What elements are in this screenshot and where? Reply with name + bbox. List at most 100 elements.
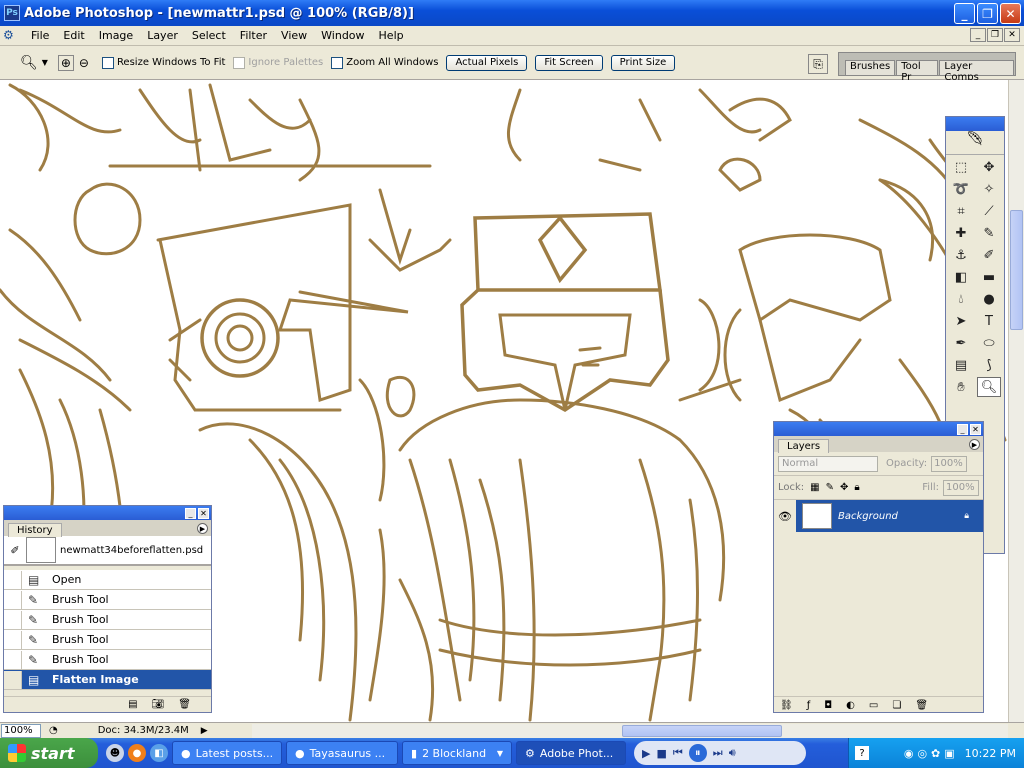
history-state-current[interactable]: ▤ Flatten Image [4,670,211,690]
history-source-box[interactable] [4,650,22,669]
menu-window[interactable]: Window [314,29,371,42]
close-button[interactable]: ✕ [1000,3,1021,24]
previous-track-icon[interactable]: ⏮ [673,746,683,760]
start-button[interactable]: start [0,738,98,768]
media-player-icon[interactable]: ▶ [642,747,650,760]
lock-pixels-icon[interactable]: ✎ [826,482,834,493]
blend-mode-select[interactable]: Normal [778,455,878,472]
status-info-icon[interactable]: ◔ [49,725,58,736]
lock-all-icon[interactable]: 🔒︎ [854,482,859,493]
horizontal-scroll-thumb[interactable] [622,725,782,737]
trash-icon[interactable]: 🗑︎ [915,700,928,711]
layer-style-icon[interactable]: ƒ [807,700,811,711]
history-state[interactable]: ✎ Brush Tool [4,590,211,610]
lock-position-icon[interactable]: ✥ [840,482,848,493]
new-document-from-state-icon[interactable]: ▤ [128,699,137,710]
marquee-tool-icon[interactable]: ⬚ [949,157,973,177]
path-selection-tool-icon[interactable]: ➤ [949,311,973,331]
next-track-icon[interactable]: ⏭ [713,746,723,760]
menu-help[interactable]: Help [372,29,411,42]
well-tab-brushes[interactable]: Brushes [845,60,896,75]
new-snapshot-icon[interactable]: 📷︎ [152,699,165,710]
minimize-icon[interactable]: _ [185,507,196,519]
file-browser-icon[interactable]: ⎘ [808,54,828,74]
history-state[interactable]: ✎ Brush Tool [4,650,211,670]
history-source-box[interactable] [4,630,22,649]
clone-stamp-tool-icon[interactable]: ⚓ [949,245,973,265]
history-state[interactable]: ✎ Brush Tool [4,610,211,630]
history-source-box[interactable] [4,670,22,689]
history-source-box[interactable] [4,570,22,589]
history-state[interactable]: ▤ Open [4,570,211,590]
well-tab-layer-comps[interactable]: Layer Comps [939,60,1014,83]
tray-app-icon[interactable]: ✿ [931,747,940,760]
blur-tool-icon[interactable]: 💧︎ [949,289,973,309]
dodge-tool-icon[interactable]: ● [977,289,1001,309]
help-icon[interactable]: ? [855,746,869,760]
taskbar-blockland-group[interactable]: ▮ 2 Blockland ▼ [402,741,512,765]
volume-icon[interactable]: 🔊︎ [729,746,736,760]
magic-wand-tool-icon[interactable]: ✧ [977,179,1001,199]
zoom-all-windows-checkbox[interactable] [331,56,344,69]
zoom-out-icon[interactable]: ⊖ [76,55,92,71]
history-tab[interactable]: History [8,523,62,537]
menu-layer[interactable]: Layer [140,29,185,42]
menu-image[interactable]: Image [92,29,140,42]
new-layer-icon[interactable]: ❏ [892,700,901,711]
gradient-tool-icon[interactable]: ▬ [977,267,1001,287]
actual-pixels-button[interactable]: Actual Pixels [446,54,528,71]
history-brush-source-icon[interactable]: ✐ [4,544,26,557]
lock-transparency-icon[interactable]: ▦ [810,482,819,493]
menu-filter[interactable]: Filter [233,29,274,42]
menu-file[interactable]: File [24,29,56,42]
zoom-tool-preset-icon[interactable]: 🔍︎ [20,55,38,71]
quicklaunch-app-icon[interactable]: ☻ [106,744,124,762]
taskbar-firefox-window-2[interactable]: ● Tayasaurus ... [286,741,398,765]
minimize-icon[interactable]: _ [957,423,968,435]
vertical-scroll-thumb[interactable] [1010,210,1023,330]
stop-icon[interactable]: ■ [656,747,666,760]
layer-name[interactable]: Background [838,511,898,522]
menu-view[interactable]: View [274,29,314,42]
zoom-tool-icon[interactable]: 🔍︎ [977,377,1001,397]
zoom-in-icon[interactable]: ⊕ [57,54,74,71]
pen-tool-icon[interactable]: ✒ [949,333,973,353]
menu-edit[interactable]: Edit [56,29,91,42]
close-icon[interactable]: ✕ [198,507,209,519]
history-source-box[interactable] [4,610,22,629]
taskbar-firefox-window[interactable]: ● Latest posts... [172,741,282,765]
palette-menu-icon[interactable]: ▶ [197,523,208,534]
crop-tool-icon[interactable]: ⌗ [949,201,973,221]
history-titlebar[interactable]: _ ✕ [4,506,211,520]
firefox-icon[interactable]: ● [128,744,146,762]
fill-field[interactable]: 100% [943,479,979,496]
history-snapshot[interactable]: ✐ newmatt34beforeflatten.psd [4,536,211,566]
taskbar-photoshop-window[interactable]: ⚙ Adobe Phot... [516,741,626,765]
move-tool-icon[interactable]: ✥ [977,157,1001,177]
tray-app-icon[interactable]: ◎ [917,747,927,760]
trash-icon[interactable]: 🗑︎ [178,699,191,710]
eye-icon[interactable]: 👁︎ [774,500,796,532]
print-size-button[interactable]: Print Size [610,54,676,71]
shape-tool-icon[interactable]: ⬭ [977,333,1001,353]
history-source-box[interactable] [4,590,22,609]
horizontal-scrollbar[interactable] [252,724,1008,738]
tray-app-icon[interactable]: ▣ [944,747,954,760]
document-icon[interactable]: ⚙ [3,28,21,44]
tools-titlebar[interactable] [946,117,1004,131]
close-icon[interactable]: ✕ [970,423,981,435]
menu-select[interactable]: Select [185,29,233,42]
restore-button[interactable]: ❐ [977,3,998,24]
doc-close-button[interactable]: ✕ [1004,28,1020,42]
resize-windows-checkbox[interactable] [101,56,114,69]
play-pause-icon[interactable]: ⏸ [688,744,707,762]
type-tool-icon[interactable]: T [977,311,1001,331]
fit-screen-button[interactable]: Fit Screen [535,54,603,71]
photoshop-app-icon[interactable]: Ps [4,5,20,21]
photoshop-feather-logo[interactable]: 🪶︎ [946,131,1004,155]
link-layers-icon[interactable]: ⛓ [780,700,793,711]
notes-tool-icon[interactable]: ▤ [949,355,973,375]
layer-mask-icon[interactable]: ◘ [824,700,832,711]
layer-row-background[interactable]: 👁︎ Background 🔒︎ [774,500,983,532]
well-tab-tool-presets[interactable]: Tool Pr [896,60,939,83]
